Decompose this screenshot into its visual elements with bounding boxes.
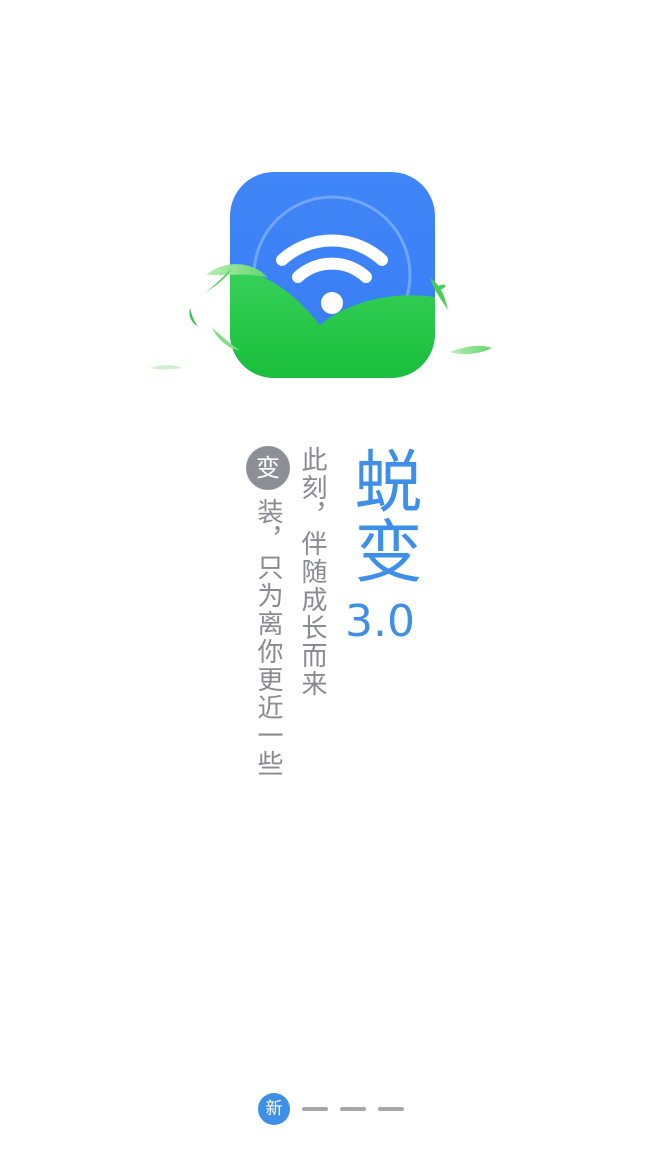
page-title: 蜕变	[342, 446, 421, 586]
pager-dash-2[interactable]	[302, 1107, 328, 1111]
version-label: 3.0	[345, 596, 415, 647]
pager-dot-active[interactable]: 新	[258, 1093, 290, 1125]
app-logo	[140, 160, 500, 390]
tagline-line-1: 此刻，伴随成长而来	[297, 446, 327, 698]
pager-dash-4[interactable]	[378, 1107, 404, 1111]
wifi-shield-logo-icon	[150, 172, 492, 378]
splash-screen: 蜕变 3.0 此刻，伴随成长而来 变 装，只为离你更近一些 新	[0, 0, 658, 1170]
change-badge: 变	[246, 446, 290, 490]
page-indicator: 新	[258, 1092, 404, 1126]
tagline-line-2: 装，只为离你更近一些	[253, 498, 283, 778]
pager-dash-3[interactable]	[340, 1107, 366, 1111]
